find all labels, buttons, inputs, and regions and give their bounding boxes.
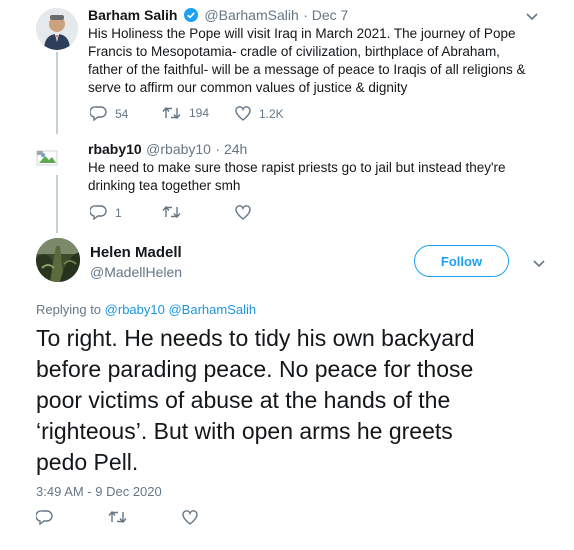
main-text-line: poor victims of abuse at the hands of th… (36, 387, 451, 413)
replying-to-link-barhamsalih[interactable]: @BarhamSalih (168, 302, 256, 317)
tweet1-date[interactable]: · Dec 7 (303, 7, 348, 23)
heart-icon (182, 510, 198, 525)
follow-button[interactable]: Follow (414, 245, 509, 277)
main-text-line: ‘righteous’. But with open arms he greet… (36, 418, 453, 444)
main-author-name[interactable]: Helen Madell (90, 244, 182, 261)
tweet2-author-handle[interactable]: @rbaby10 (146, 141, 211, 157)
tweet1-reply-button[interactable]: 54 (90, 106, 128, 121)
retweet-icon (108, 510, 127, 524)
main-author-handle[interactable]: @MadellHelen (90, 264, 182, 280)
heart-icon (235, 106, 251, 121)
main-tweet-text: To right. He needs to tidy his own backy… (36, 323, 556, 478)
main-more-chevron-icon[interactable] (532, 256, 546, 270)
replying-to: Replying to @rbaby10 @BarhamSalih (36, 302, 256, 317)
reply-icon (90, 205, 107, 220)
main-text-line: before parading peace. No peace for thos… (36, 356, 474, 382)
replying-to-prefix: Replying to (36, 302, 102, 317)
tweet1-like-count: 1.2K (259, 106, 284, 121)
main-like-button[interactable] (182, 510, 198, 525)
thread-connector-bottom (56, 175, 58, 233)
tweet1-text: His Holiness the Pope will visit Iraq in… (88, 26, 526, 95)
tweet1-author-name[interactable]: Barham Salih (88, 7, 177, 23)
avatar-helen-madell[interactable] (36, 238, 80, 282)
tweet2-like-button[interactable] (235, 205, 251, 220)
thread-connector-top (56, 52, 58, 134)
main-text-line: To right. He needs to tidy his own backy… (36, 325, 475, 351)
retweet-icon (162, 205, 181, 219)
tweet2-header: rbaby10 @rbaby10 · 24h (88, 141, 247, 159)
tweet1-reply-count: 54 (115, 106, 129, 121)
avatar-rbaby10[interactable] (36, 142, 66, 172)
main-timestamp[interactable]: 3:49 AM - 9 Dec 2020 (36, 484, 162, 499)
main-reply-button[interactable] (36, 510, 53, 525)
retweet-icon (162, 106, 181, 120)
main-retweet-button[interactable] (108, 510, 127, 524)
replying-to-link-rbaby10[interactable]: @rbaby10 (105, 302, 165, 317)
tweet2-retweet-button[interactable] (162, 205, 181, 219)
tweet2-date[interactable]: · 24h (215, 141, 247, 157)
tweet1-like-button[interactable]: 1.2K (235, 106, 284, 121)
tweet2-reply-button[interactable]: 1 (90, 205, 122, 220)
tweet1-retweet-button[interactable]: 194 (162, 106, 209, 120)
avatar-barham-salih[interactable] (36, 8, 78, 50)
tweet1-author-handle[interactable]: @BarhamSalih (204, 7, 298, 23)
reply-icon (36, 510, 53, 525)
main-text-line: pedo Pell. (36, 449, 139, 475)
tweet1-more-chevron-icon[interactable] (525, 9, 539, 23)
tweet1-retweet-count: 194 (189, 106, 210, 120)
heart-icon (235, 205, 251, 220)
tweet2-text: He need to make sure those rapist priest… (88, 160, 506, 193)
tweet2-reply-count: 1 (115, 205, 122, 220)
tweet1-header: Barham Salih @BarhamSalih · Dec 7 (88, 7, 348, 27)
tweet2-author-name[interactable]: rbaby10 (88, 141, 142, 157)
reply-icon (90, 106, 107, 121)
